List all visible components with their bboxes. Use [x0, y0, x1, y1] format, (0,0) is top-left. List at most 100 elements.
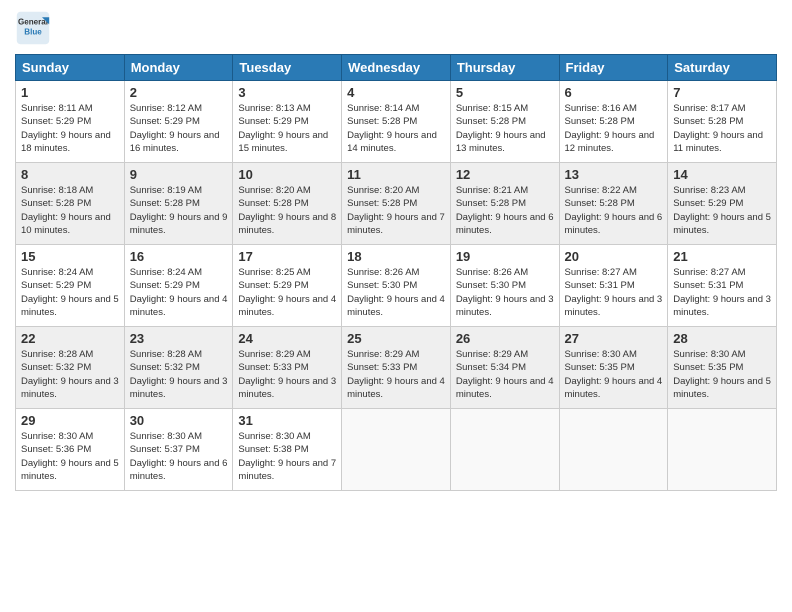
day-cell: 22 Sunrise: 8:28 AM Sunset: 5:32 PM Dayl… — [16, 327, 125, 409]
day-info: Sunrise: 8:24 AM Sunset: 5:29 PM Dayligh… — [21, 266, 119, 319]
day-number: 5 — [456, 85, 554, 100]
day-info: Sunrise: 8:18 AM Sunset: 5:28 PM Dayligh… — [21, 184, 119, 237]
day-cell: 18 Sunrise: 8:26 AM Sunset: 5:30 PM Dayl… — [342, 245, 451, 327]
day-cell: 24 Sunrise: 8:29 AM Sunset: 5:33 PM Dayl… — [233, 327, 342, 409]
day-cell: 6 Sunrise: 8:16 AM Sunset: 5:28 PM Dayli… — [559, 81, 668, 163]
day-cell — [342, 409, 451, 491]
day-info: Sunrise: 8:30 AM Sunset: 5:35 PM Dayligh… — [673, 348, 771, 401]
day-cell: 1 Sunrise: 8:11 AM Sunset: 5:29 PM Dayli… — [16, 81, 125, 163]
week-row-3: 15 Sunrise: 8:24 AM Sunset: 5:29 PM Dayl… — [16, 245, 777, 327]
logo-icon: General Blue — [15, 10, 51, 46]
day-cell: 27 Sunrise: 8:30 AM Sunset: 5:35 PM Dayl… — [559, 327, 668, 409]
day-info: Sunrise: 8:26 AM Sunset: 5:30 PM Dayligh… — [347, 266, 445, 319]
day-number: 11 — [347, 167, 445, 182]
day-info: Sunrise: 8:13 AM Sunset: 5:29 PM Dayligh… — [238, 102, 336, 155]
day-info: Sunrise: 8:20 AM Sunset: 5:28 PM Dayligh… — [347, 184, 445, 237]
day-info: Sunrise: 8:14 AM Sunset: 5:28 PM Dayligh… — [347, 102, 445, 155]
day-info: Sunrise: 8:30 AM Sunset: 5:38 PM Dayligh… — [238, 430, 336, 483]
day-cell: 4 Sunrise: 8:14 AM Sunset: 5:28 PM Dayli… — [342, 81, 451, 163]
day-info: Sunrise: 8:30 AM Sunset: 5:35 PM Dayligh… — [565, 348, 663, 401]
calendar-table: SundayMondayTuesdayWednesdayThursdayFrid… — [15, 54, 777, 491]
day-cell: 25 Sunrise: 8:29 AM Sunset: 5:33 PM Dayl… — [342, 327, 451, 409]
day-cell: 23 Sunrise: 8:28 AM Sunset: 5:32 PM Dayl… — [124, 327, 233, 409]
day-number: 3 — [238, 85, 336, 100]
day-number: 23 — [130, 331, 228, 346]
day-info: Sunrise: 8:21 AM Sunset: 5:28 PM Dayligh… — [456, 184, 554, 237]
day-cell: 15 Sunrise: 8:24 AM Sunset: 5:29 PM Dayl… — [16, 245, 125, 327]
day-info: Sunrise: 8:29 AM Sunset: 5:33 PM Dayligh… — [347, 348, 445, 401]
day-cell: 30 Sunrise: 8:30 AM Sunset: 5:37 PM Dayl… — [124, 409, 233, 491]
day-cell: 20 Sunrise: 8:27 AM Sunset: 5:31 PM Dayl… — [559, 245, 668, 327]
day-cell: 26 Sunrise: 8:29 AM Sunset: 5:34 PM Dayl… — [450, 327, 559, 409]
day-cell: 31 Sunrise: 8:30 AM Sunset: 5:38 PM Dayl… — [233, 409, 342, 491]
day-number: 12 — [456, 167, 554, 182]
day-cell: 8 Sunrise: 8:18 AM Sunset: 5:28 PM Dayli… — [16, 163, 125, 245]
day-info: Sunrise: 8:22 AM Sunset: 5:28 PM Dayligh… — [565, 184, 663, 237]
day-cell: 28 Sunrise: 8:30 AM Sunset: 5:35 PM Dayl… — [668, 327, 777, 409]
day-number: 16 — [130, 249, 228, 264]
day-info: Sunrise: 8:23 AM Sunset: 5:29 PM Dayligh… — [673, 184, 771, 237]
day-cell: 29 Sunrise: 8:30 AM Sunset: 5:36 PM Dayl… — [16, 409, 125, 491]
day-number: 29 — [21, 413, 119, 428]
week-row-5: 29 Sunrise: 8:30 AM Sunset: 5:36 PM Dayl… — [16, 409, 777, 491]
day-number: 21 — [673, 249, 771, 264]
day-number: 25 — [347, 331, 445, 346]
page: General Blue SundayMondayTuesdayWednesda… — [0, 0, 792, 612]
day-info: Sunrise: 8:17 AM Sunset: 5:28 PM Dayligh… — [673, 102, 771, 155]
day-info: Sunrise: 8:29 AM Sunset: 5:33 PM Dayligh… — [238, 348, 336, 401]
header-cell-thursday: Thursday — [450, 55, 559, 81]
day-number: 30 — [130, 413, 228, 428]
calendar-header: SundayMondayTuesdayWednesdayThursdayFrid… — [16, 55, 777, 81]
day-number: 28 — [673, 331, 771, 346]
day-info: Sunrise: 8:28 AM Sunset: 5:32 PM Dayligh… — [130, 348, 228, 401]
day-number: 24 — [238, 331, 336, 346]
week-row-4: 22 Sunrise: 8:28 AM Sunset: 5:32 PM Dayl… — [16, 327, 777, 409]
day-cell — [450, 409, 559, 491]
header-cell-monday: Monday — [124, 55, 233, 81]
day-number: 17 — [238, 249, 336, 264]
day-info: Sunrise: 8:28 AM Sunset: 5:32 PM Dayligh… — [21, 348, 119, 401]
week-row-2: 8 Sunrise: 8:18 AM Sunset: 5:28 PM Dayli… — [16, 163, 777, 245]
day-cell: 9 Sunrise: 8:19 AM Sunset: 5:28 PM Dayli… — [124, 163, 233, 245]
day-number: 9 — [130, 167, 228, 182]
day-info: Sunrise: 8:20 AM Sunset: 5:28 PM Dayligh… — [238, 184, 336, 237]
logo: General Blue — [15, 10, 55, 46]
day-info: Sunrise: 8:30 AM Sunset: 5:36 PM Dayligh… — [21, 430, 119, 483]
day-cell: 13 Sunrise: 8:22 AM Sunset: 5:28 PM Dayl… — [559, 163, 668, 245]
day-info: Sunrise: 8:19 AM Sunset: 5:28 PM Dayligh… — [130, 184, 228, 237]
svg-text:General: General — [18, 17, 48, 26]
day-number: 18 — [347, 249, 445, 264]
day-number: 2 — [130, 85, 228, 100]
week-row-1: 1 Sunrise: 8:11 AM Sunset: 5:29 PM Dayli… — [16, 81, 777, 163]
day-info: Sunrise: 8:24 AM Sunset: 5:29 PM Dayligh… — [130, 266, 228, 319]
day-cell: 7 Sunrise: 8:17 AM Sunset: 5:28 PM Dayli… — [668, 81, 777, 163]
header-cell-sunday: Sunday — [16, 55, 125, 81]
day-cell: 21 Sunrise: 8:27 AM Sunset: 5:31 PM Dayl… — [668, 245, 777, 327]
header-cell-tuesday: Tuesday — [233, 55, 342, 81]
day-info: Sunrise: 8:27 AM Sunset: 5:31 PM Dayligh… — [565, 266, 663, 319]
day-number: 15 — [21, 249, 119, 264]
day-info: Sunrise: 8:15 AM Sunset: 5:28 PM Dayligh… — [456, 102, 554, 155]
day-cell: 3 Sunrise: 8:13 AM Sunset: 5:29 PM Dayli… — [233, 81, 342, 163]
svg-text:Blue: Blue — [24, 27, 42, 36]
day-number: 10 — [238, 167, 336, 182]
calendar-body: 1 Sunrise: 8:11 AM Sunset: 5:29 PM Dayli… — [16, 81, 777, 491]
day-number: 26 — [456, 331, 554, 346]
day-number: 13 — [565, 167, 663, 182]
day-cell — [668, 409, 777, 491]
day-cell: 5 Sunrise: 8:15 AM Sunset: 5:28 PM Dayli… — [450, 81, 559, 163]
day-number: 20 — [565, 249, 663, 264]
day-cell — [559, 409, 668, 491]
day-info: Sunrise: 8:16 AM Sunset: 5:28 PM Dayligh… — [565, 102, 663, 155]
day-info: Sunrise: 8:29 AM Sunset: 5:34 PM Dayligh… — [456, 348, 554, 401]
day-number: 14 — [673, 167, 771, 182]
header: General Blue — [15, 10, 777, 46]
day-info: Sunrise: 8:30 AM Sunset: 5:37 PM Dayligh… — [130, 430, 228, 483]
day-number: 7 — [673, 85, 771, 100]
day-number: 6 — [565, 85, 663, 100]
header-cell-friday: Friday — [559, 55, 668, 81]
header-cell-saturday: Saturday — [668, 55, 777, 81]
day-cell: 19 Sunrise: 8:26 AM Sunset: 5:30 PM Dayl… — [450, 245, 559, 327]
day-cell: 14 Sunrise: 8:23 AM Sunset: 5:29 PM Dayl… — [668, 163, 777, 245]
day-info: Sunrise: 8:12 AM Sunset: 5:29 PM Dayligh… — [130, 102, 228, 155]
